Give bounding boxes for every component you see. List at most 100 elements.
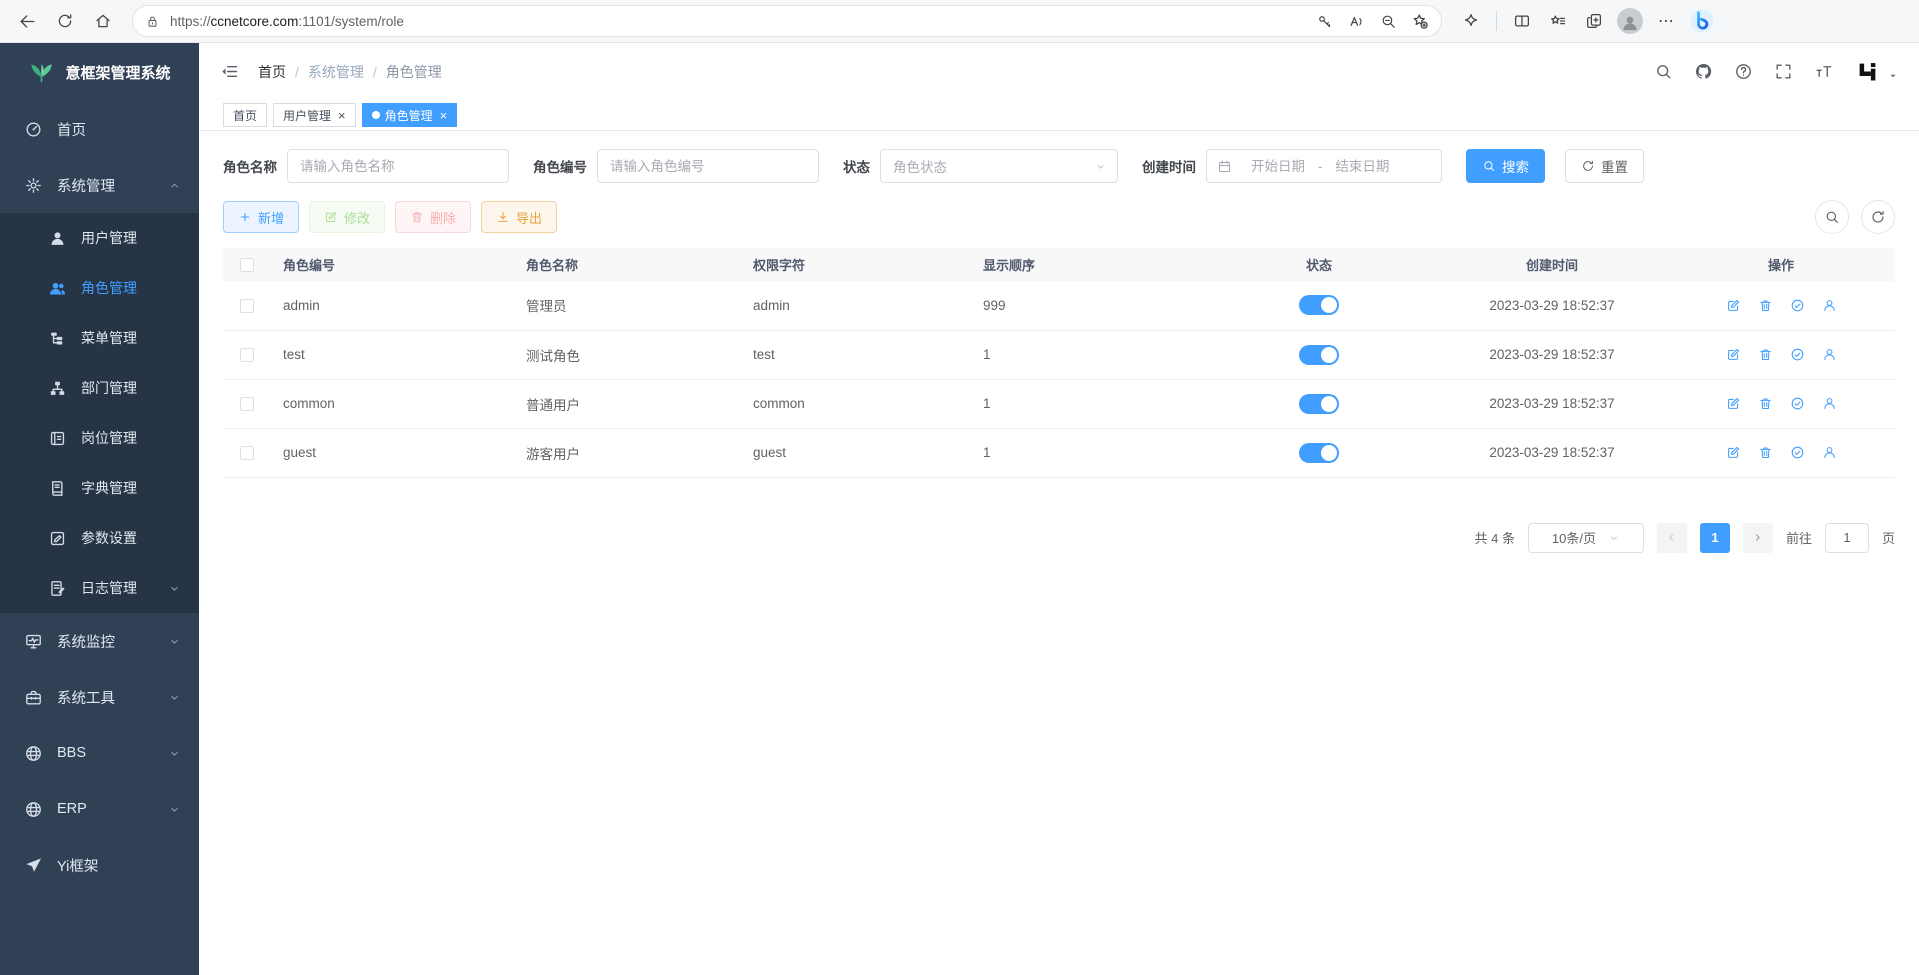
edit-role-icon[interactable] xyxy=(1726,445,1741,460)
search-icon[interactable] xyxy=(1654,62,1673,81)
delete-role-icon[interactable] xyxy=(1758,445,1773,460)
edit-role-icon[interactable] xyxy=(1726,396,1741,411)
sidebar-item-menu-mgmt[interactable]: 菜单管理 xyxy=(0,313,199,363)
delete-role-icon[interactable] xyxy=(1758,396,1773,411)
select-all-checkbox[interactable] xyxy=(240,258,254,272)
sidebar-item-param-settings[interactable]: 参数设置 xyxy=(0,513,199,563)
delete-role-icon[interactable] xyxy=(1758,347,1773,362)
row-checkbox[interactable] xyxy=(240,299,254,313)
assign-user-icon[interactable] xyxy=(1822,347,1837,362)
sidebar-item-system[interactable]: 系统管理 xyxy=(0,157,199,213)
sidebar-item-erp[interactable]: ERP xyxy=(0,781,199,837)
home-icon[interactable] xyxy=(86,4,120,38)
row-checkbox[interactable] xyxy=(240,446,254,460)
edit-role-icon[interactable] xyxy=(1726,347,1741,362)
goto-page-input[interactable] xyxy=(1825,523,1869,553)
prev-page-button[interactable] xyxy=(1657,523,1687,553)
log-icon xyxy=(48,579,67,598)
bing-icon[interactable] xyxy=(1685,4,1719,38)
zoom-out-icon[interactable] xyxy=(1373,6,1403,36)
assign-user-icon[interactable] xyxy=(1822,298,1837,313)
param-icon xyxy=(48,529,67,548)
sidebar-item-bbs[interactable]: BBS xyxy=(0,725,199,781)
close-icon[interactable]: × xyxy=(338,109,346,122)
status-toggle[interactable] xyxy=(1299,394,1339,414)
reset-button[interactable]: 重置 xyxy=(1565,149,1644,183)
sidebar-item-post-mgmt[interactable]: 岗位管理 xyxy=(0,413,199,463)
breadcrumb: 首页 / 系统管理 / 角色管理 xyxy=(258,62,442,82)
tab-user-mgmt[interactable]: 用户管理 × xyxy=(273,103,356,127)
data-scope-icon[interactable] xyxy=(1790,445,1805,460)
end-date-input[interactable] xyxy=(1324,159,1400,174)
sidebar-item-log-mgmt[interactable]: 日志管理 xyxy=(0,563,199,613)
browser-toolbar: https://ccnetcore.com:1101/system/role ⋯ xyxy=(0,0,1919,43)
add-button[interactable]: 新增 xyxy=(223,201,299,233)
status-label: 状态 xyxy=(843,156,870,176)
show-search-button[interactable] xyxy=(1815,200,1849,234)
role-name-input[interactable] xyxy=(287,149,509,183)
tab-home[interactable]: 首页 xyxy=(223,103,267,127)
data-scope-icon[interactable] xyxy=(1790,396,1805,411)
back-icon[interactable] xyxy=(10,4,44,38)
github-icon[interactable] xyxy=(1694,62,1713,81)
read-aloud-icon[interactable] xyxy=(1341,6,1371,36)
plane-icon xyxy=(24,856,43,875)
sidebar-item-yi-framework[interactable]: Yi框架 xyxy=(0,837,199,893)
status-toggle[interactable] xyxy=(1299,345,1339,365)
role-name-label: 角色名称 xyxy=(223,156,277,176)
address-bar[interactable]: https://ccnetcore.com:1101/system/role xyxy=(132,5,1442,37)
assign-user-icon[interactable] xyxy=(1822,445,1837,460)
status-select[interactable]: 角色状态 xyxy=(880,149,1118,183)
split-screen-icon[interactable] xyxy=(1505,4,1539,38)
assign-user-icon[interactable] xyxy=(1822,396,1837,411)
status-toggle[interactable] xyxy=(1299,295,1339,315)
sidebar-fold-icon[interactable] xyxy=(219,61,240,82)
text-size-icon[interactable] xyxy=(1814,62,1833,81)
date-range-picker[interactable]: - xyxy=(1206,149,1442,183)
add-favorite-icon[interactable] xyxy=(1405,6,1435,36)
status-toggle[interactable] xyxy=(1299,443,1339,463)
breadcrumb-home[interactable]: 首页 xyxy=(258,62,286,82)
role-code-input[interactable] xyxy=(597,149,819,183)
favorites-icon[interactable] xyxy=(1541,4,1575,38)
delete-role-icon[interactable] xyxy=(1758,298,1773,313)
data-scope-icon[interactable] xyxy=(1790,298,1805,313)
edit-button[interactable]: 修改 xyxy=(309,201,385,233)
tab-copies-icon[interactable] xyxy=(1577,4,1611,38)
breadcrumb-system[interactable]: 系统管理 xyxy=(308,62,364,82)
role-code: test xyxy=(271,330,514,379)
refresh-table-button[interactable] xyxy=(1861,200,1895,234)
delete-button[interactable]: 删除 xyxy=(395,201,471,233)
browser-essentials-icon[interactable] xyxy=(1454,4,1488,38)
sidebar-item-role-mgmt[interactable]: 角色管理 xyxy=(0,263,199,313)
sidebar-item-monitor[interactable]: 系统监控 xyxy=(0,613,199,669)
export-button[interactable]: 导出 xyxy=(481,201,557,233)
key-icon[interactable] xyxy=(1309,6,1339,36)
breadcrumb-role: 角色管理 xyxy=(386,62,442,82)
next-page-button[interactable] xyxy=(1743,523,1773,553)
row-checkbox[interactable] xyxy=(240,348,254,362)
col-header-name: 角色名称 xyxy=(514,248,741,281)
close-icon[interactable]: × xyxy=(440,109,448,122)
sidebar-item-dict-mgmt[interactable]: 字典管理 xyxy=(0,463,199,513)
row-checkbox[interactable] xyxy=(240,397,254,411)
dashboard-icon xyxy=(24,120,43,139)
user-menu[interactable] xyxy=(1854,58,1899,85)
sidebar-item-dept-mgmt[interactable]: 部门管理 xyxy=(0,363,199,413)
app-title: 意框架管理系统 xyxy=(65,62,170,83)
edit-role-icon[interactable] xyxy=(1726,298,1741,313)
tab-role-mgmt[interactable]: 角色管理 × xyxy=(362,103,458,127)
more-icon[interactable]: ⋯ xyxy=(1649,4,1683,38)
current-page-button[interactable]: 1 xyxy=(1700,523,1730,553)
data-scope-icon[interactable] xyxy=(1790,347,1805,362)
search-button[interactable]: 搜索 xyxy=(1466,149,1545,183)
sidebar-item-home[interactable]: 首页 xyxy=(0,101,199,157)
sidebar-item-tools[interactable]: 系统工具 xyxy=(0,669,199,725)
sidebar-item-user-mgmt[interactable]: 用户管理 xyxy=(0,213,199,263)
help-icon[interactable] xyxy=(1734,62,1753,81)
start-date-input[interactable] xyxy=(1240,159,1316,174)
reload-icon[interactable] xyxy=(48,4,82,38)
profile-avatar[interactable] xyxy=(1613,4,1647,38)
fullscreen-icon[interactable] xyxy=(1774,62,1793,81)
page-size-select[interactable]: 10条/页 xyxy=(1528,523,1644,553)
